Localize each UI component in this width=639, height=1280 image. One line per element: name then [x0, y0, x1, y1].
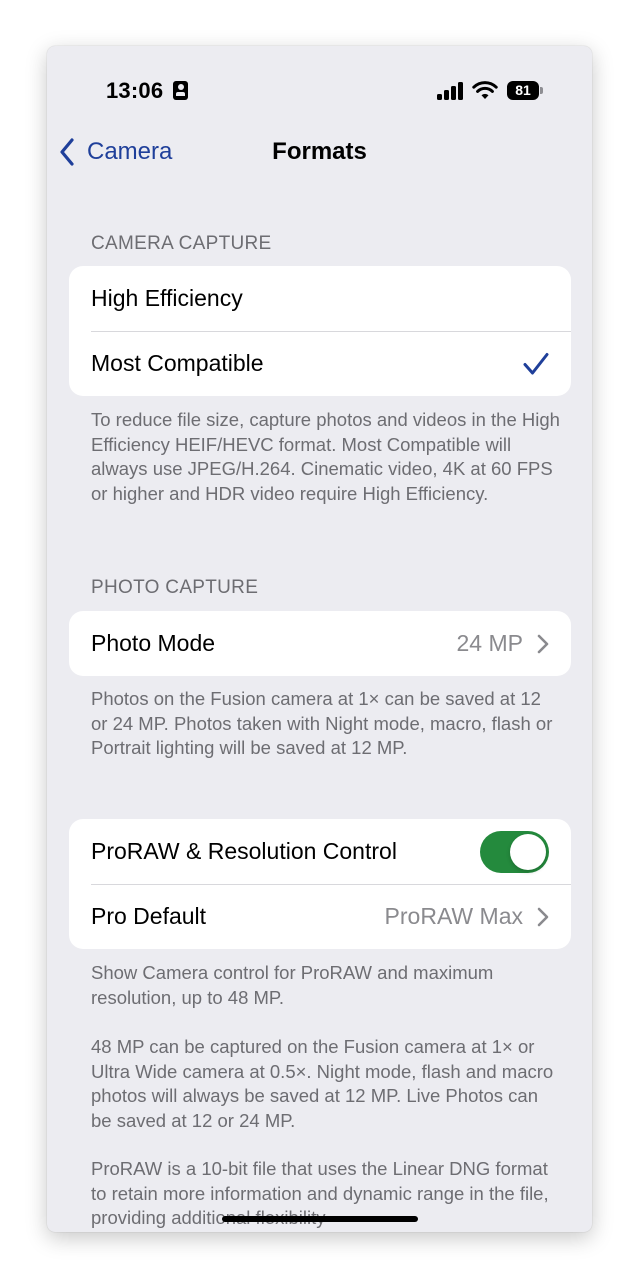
proraw-toggle-row: ProRAW & Resolution Control — [69, 819, 571, 884]
wifi-icon — [472, 81, 498, 99]
photo-mode-row[interactable]: Photo Mode 24 MP — [69, 611, 571, 676]
option-high-efficiency[interactable]: High Efficiency — [69, 266, 571, 331]
phone-screen: 13:06 81 Camera Formats CAMERA CAPTURE H… — [47, 46, 592, 1232]
option-label: High Efficiency — [91, 285, 243, 311]
proraw-toggle-label: ProRAW & Resolution Control — [91, 838, 397, 864]
pro-default-value: ProRAW Max — [384, 903, 523, 929]
checkmark-icon — [523, 352, 549, 376]
proraw-group: ProRAW & Resolution Control Pro Default … — [69, 819, 571, 949]
section-header-camera-capture: CAMERA CAPTURE — [91, 233, 272, 254]
section-header-photo-capture: PHOTO CAPTURE — [91, 577, 259, 598]
battery-icon: 81 — [507, 81, 543, 100]
pro-default-label: Pro Default — [91, 903, 207, 929]
status-time: 13:06 — [106, 78, 164, 103]
signal-icon — [437, 82, 465, 100]
chevron-right-icon — [537, 634, 549, 654]
photo-mode-value: 24 MP — [456, 630, 523, 656]
option-label: Most Compatible — [91, 350, 264, 376]
page-title: Formats — [272, 138, 367, 165]
chevron-right-icon — [537, 907, 549, 927]
proraw-footer-48mp: 48 MP can be captured on the Fusion came… — [91, 1036, 554, 1131]
pro-default-row[interactable]: Pro Default ProRAW Max — [69, 884, 571, 949]
photo-capture-footer: Photos on the Fusion camera at 1× can be… — [91, 688, 553, 758]
toggle-knob — [510, 833, 546, 870]
camera-capture-footer: To reduce file size, capture photos and … — [91, 409, 560, 504]
camera-capture-group: High Efficiency Most Compatible — [69, 266, 571, 396]
proraw-toggle-switch[interactable] — [480, 830, 549, 873]
photo-mode-label: Photo Mode — [91, 630, 216, 656]
battery-level: 81 — [507, 81, 539, 100]
id-card-icon — [173, 81, 188, 100]
photo-capture-group: Photo Mode 24 MP — [69, 611, 571, 676]
option-most-compatible[interactable]: Most Compatible — [69, 331, 571, 396]
proraw-footer-camera-control: Show Camera control for ProRAW and maxim… — [91, 962, 494, 1008]
home-indicator[interactable] — [222, 1216, 418, 1222]
